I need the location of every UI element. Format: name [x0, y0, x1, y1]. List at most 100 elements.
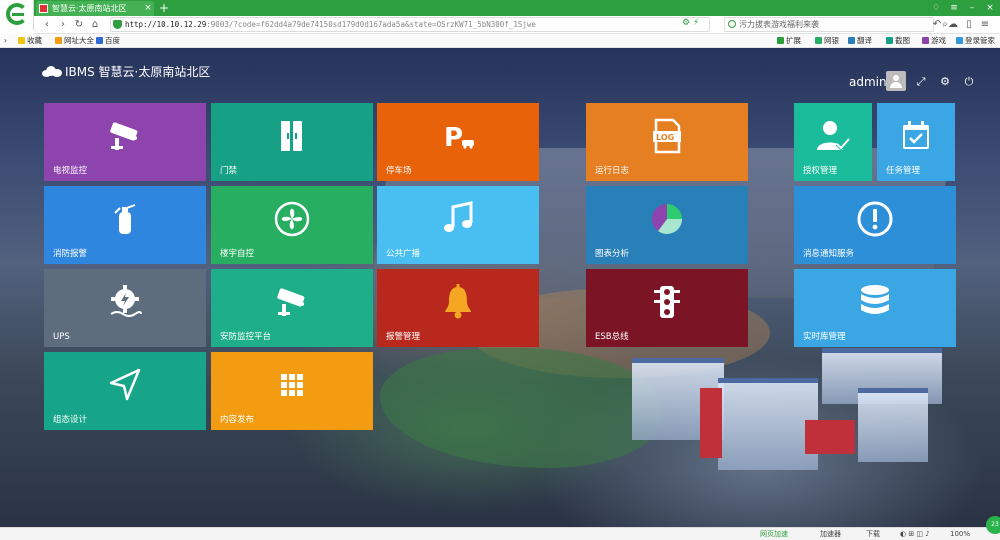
tile-realtime-db[interactable]: 实时库管理: [794, 269, 956, 347]
toolbar-translate[interactable]: 翻译: [848, 34, 872, 48]
toolbar-login[interactable]: 登录管家: [956, 34, 995, 48]
status-zoom[interactable]: 100%: [950, 528, 970, 540]
log-file-icon: LOG: [647, 116, 687, 156]
sidebar-toggle-icon[interactable]: ›: [4, 34, 7, 48]
forward-icon[interactable]: ›: [56, 17, 70, 33]
tile-label: 消防报警: [53, 249, 88, 259]
status-download[interactable]: 下载: [866, 528, 880, 540]
tile-parking[interactable]: P 停车场: [377, 103, 539, 181]
bookmark-sites[interactable]: 网址大全: [55, 34, 94, 48]
toolbar-screenshot[interactable]: 截图: [886, 34, 910, 48]
cctv-camera-icon: [105, 116, 145, 156]
search-input[interactable]: 污力拔表游戏福利来袭: [724, 17, 934, 32]
dashboard-background: IBMS 智慧云·太原南站北区 admin ⤢ ⚙ ⏻ 电视监控 门禁 P 停车…: [0, 48, 1000, 527]
browser-e-icon: [6, 3, 28, 25]
toolbar-extensions[interactable]: 扩展: [777, 34, 801, 48]
url-actions[interactable]: ⚙ ⚡: [682, 18, 699, 28]
tile-public-broadcast[interactable]: 公共广播: [377, 186, 539, 264]
door-access-icon: [272, 116, 312, 156]
compat-mode-icon[interactable]: ⚙: [682, 18, 690, 28]
tab-close-button[interactable]: ×: [142, 1, 154, 15]
url-host: http://10.10.12.29: [125, 20, 207, 29]
tile-message-notify[interactable]: 消息通知服务: [794, 186, 956, 264]
tile-fire-alarm[interactable]: 消防报警: [44, 186, 206, 264]
tile-label: 楼宇自控: [220, 249, 255, 259]
new-tab-button[interactable]: +: [158, 1, 170, 15]
traffic-light-icon: [647, 282, 687, 322]
back-icon[interactable]: ‹: [40, 17, 54, 33]
tile-label: 授权管理: [803, 166, 838, 176]
fire-extinguisher-icon: [105, 199, 145, 239]
close-window-icon[interactable]: ×: [982, 0, 998, 16]
tile-label: 报警管理: [386, 332, 421, 342]
tile-label: 实时库管理: [803, 332, 846, 342]
tile-configuration-design[interactable]: 组态设计: [44, 352, 206, 430]
bookmark-favorites[interactable]: 收藏: [18, 34, 42, 48]
tile-esb-bus[interactable]: ESB总线: [586, 269, 748, 347]
power-icon[interactable]: ⏻: [962, 75, 976, 89]
tile-label: 停车场: [386, 166, 412, 176]
phone-icon[interactable]: ▯: [962, 17, 976, 33]
tab-title: 智慧云·太原南站北区: [52, 4, 127, 13]
globe-icon: [55, 37, 62, 44]
baidu-icon: [96, 37, 103, 44]
browser-tab[interactable]: 智慧云·太原南站北区: [36, 1, 154, 16]
site-favicon-icon: [39, 4, 48, 13]
tile-alarm-management[interactable]: 报警管理: [377, 269, 539, 347]
tile-ups[interactable]: UPS: [44, 269, 206, 347]
tile-security-platform[interactable]: 安防监控平台: [211, 269, 373, 347]
scissors-icon: [886, 37, 893, 44]
tile-cctv[interactable]: 电视监控: [44, 103, 206, 181]
undo-icon[interactable]: ↶: [930, 17, 944, 33]
tile-label: UPS: [53, 332, 70, 342]
status-accelerator[interactable]: 加速器: [820, 528, 841, 540]
svg-text:LOG: LOG: [656, 133, 674, 142]
glass-building: [718, 378, 818, 470]
navigation-arrow-icon: [105, 365, 145, 405]
puzzle-icon: [777, 37, 784, 44]
tile-door-access[interactable]: 门禁: [211, 103, 373, 181]
avatar[interactable]: [886, 71, 906, 91]
tile-chart-analysis[interactable]: 图表分析: [586, 186, 748, 264]
tile-label: 门禁: [220, 166, 238, 176]
tile-task[interactable]: 任务管理: [877, 103, 955, 181]
tile-run-log[interactable]: LOG 运行日志: [586, 103, 748, 181]
shirt-skin-icon[interactable]: ♢: [928, 0, 944, 16]
toolbar-games[interactable]: 游戏: [922, 34, 946, 48]
url-path: :9003/?code=f62dd4a79de74150sd179d0d167a…: [206, 20, 536, 29]
user-check-icon: [813, 116, 853, 156]
tile-authorization[interactable]: 授权管理: [794, 103, 872, 181]
database-icon: [855, 282, 895, 322]
gear-icon[interactable]: ⚙: [938, 75, 952, 89]
red-connector: [700, 388, 722, 458]
tile-label: 消息通知服务: [803, 249, 855, 259]
url-input[interactable]: http://10.10.12.29:9003/?code=f62dd4a79d…: [110, 17, 710, 32]
cloud-icon[interactable]: ☁: [946, 17, 960, 33]
status-web-accel[interactable]: 网页加速: [760, 528, 788, 540]
home-icon[interactable]: ⌂: [88, 17, 102, 33]
alert-circle-icon: [855, 199, 895, 239]
user-name[interactable]: admin: [849, 75, 887, 89]
speed-badge[interactable]: 23: [986, 516, 1000, 534]
tile-label: 运行日志: [595, 166, 630, 176]
key-icon: [956, 37, 963, 44]
minimize-icon[interactable]: –: [964, 0, 980, 16]
fullscreen-icon[interactable]: ⤢: [914, 75, 928, 89]
bookmark-baidu[interactable]: 百度: [96, 34, 120, 48]
app-logo: IBMS 智慧云·太原南站北区: [42, 65, 210, 79]
tile-label: 电视监控: [53, 166, 88, 176]
reload-icon[interactable]: ↻: [72, 17, 86, 33]
fan-icon: [272, 199, 312, 239]
tile-label: 任务管理: [886, 166, 921, 176]
calendar-check-icon: [896, 116, 936, 156]
more-menu-icon[interactable]: ≡: [978, 17, 992, 33]
user-avatar-icon: [893, 75, 899, 81]
lightning-icon[interactable]: ⚡: [693, 18, 699, 28]
toolbar-bank[interactable]: 网银: [815, 34, 839, 48]
address-toolbar: ‹ › ↻ ⌂ http://10.10.12.29:9003/?code=f6…: [34, 16, 1000, 34]
tile-content-publish[interactable]: 内容发布: [211, 352, 373, 430]
tile-building-automation[interactable]: 楼宇自控: [211, 186, 373, 264]
menu-icon[interactable]: ≡: [946, 0, 962, 16]
tile-label: 内容发布: [220, 415, 255, 425]
tile-label: 公共广播: [386, 249, 421, 259]
